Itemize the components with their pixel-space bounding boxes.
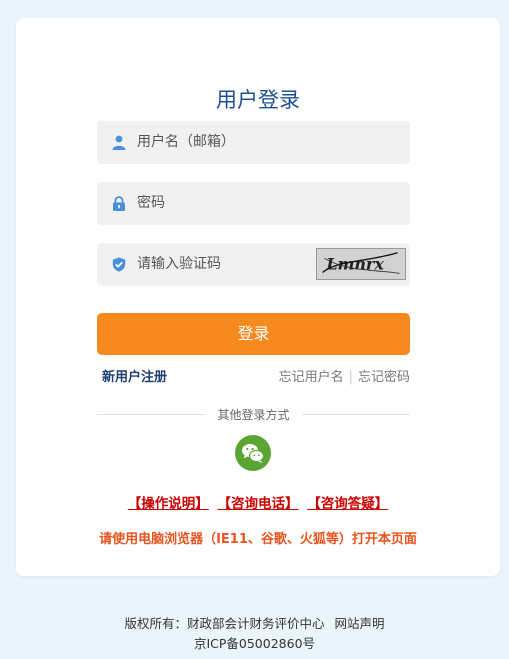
username-field[interactable]: 用户名（邮箱） xyxy=(97,121,410,164)
forgot-links: 忘记用户名 | 忘记密码 xyxy=(279,366,410,385)
wechat-login-icon[interactable] xyxy=(235,435,271,471)
other-login-divider: 其他登录方式 xyxy=(97,406,410,422)
captcha-image[interactable]: Lmnrx xyxy=(316,248,406,280)
username-placeholder: 用户名（邮箱） xyxy=(137,134,235,150)
login-button[interactable]: 登录 xyxy=(97,313,410,355)
icp-text: 京ICP备05002860号 xyxy=(193,636,316,651)
faq-link[interactable]: 【咨询答疑】 xyxy=(307,496,388,512)
copyright-text: 版权所有：财政部会计财务评价中心 xyxy=(124,616,325,631)
statement-link[interactable]: 网站声明 xyxy=(335,616,385,631)
forgot-password-link[interactable]: 忘记密码 xyxy=(358,370,410,385)
user-icon xyxy=(112,135,126,150)
login-card: 用户登录 用户名（邮箱） 密码 请输入验证码 Lmnrx 登录 新用户注册 忘记… xyxy=(16,18,500,576)
manual-link[interactable]: 【操作说明】 xyxy=(128,496,209,512)
page-title: 用户登录 xyxy=(216,88,300,112)
password-field[interactable]: 密码 xyxy=(97,182,410,225)
forgot-username-link[interactable]: 忘记用户名 xyxy=(279,370,344,385)
footer: 版权所有：财政部会计财务评价中心 网站声明 京ICP备05002860号 xyxy=(0,614,509,654)
phone-link[interactable]: 【咨询电话】 xyxy=(218,496,299,512)
captcha-field[interactable]: 请输入验证码 Lmnrx xyxy=(97,243,410,286)
register-link[interactable]: 新用户注册 xyxy=(102,366,167,385)
password-placeholder: 密码 xyxy=(137,195,165,211)
shield-check-icon xyxy=(112,257,126,272)
other-login-label: 其他登录方式 xyxy=(217,408,290,422)
captcha-placeholder: 请输入验证码 xyxy=(137,256,221,272)
lock-icon xyxy=(113,196,125,211)
help-links: 【操作说明】 【咨询电话】 【咨询答疑】 xyxy=(16,492,500,512)
browser-notice: 请使用电脑浏览器（IE11、谷歌、火狐等）打开本页面 xyxy=(99,532,417,547)
forgot-separator: | xyxy=(348,370,353,385)
